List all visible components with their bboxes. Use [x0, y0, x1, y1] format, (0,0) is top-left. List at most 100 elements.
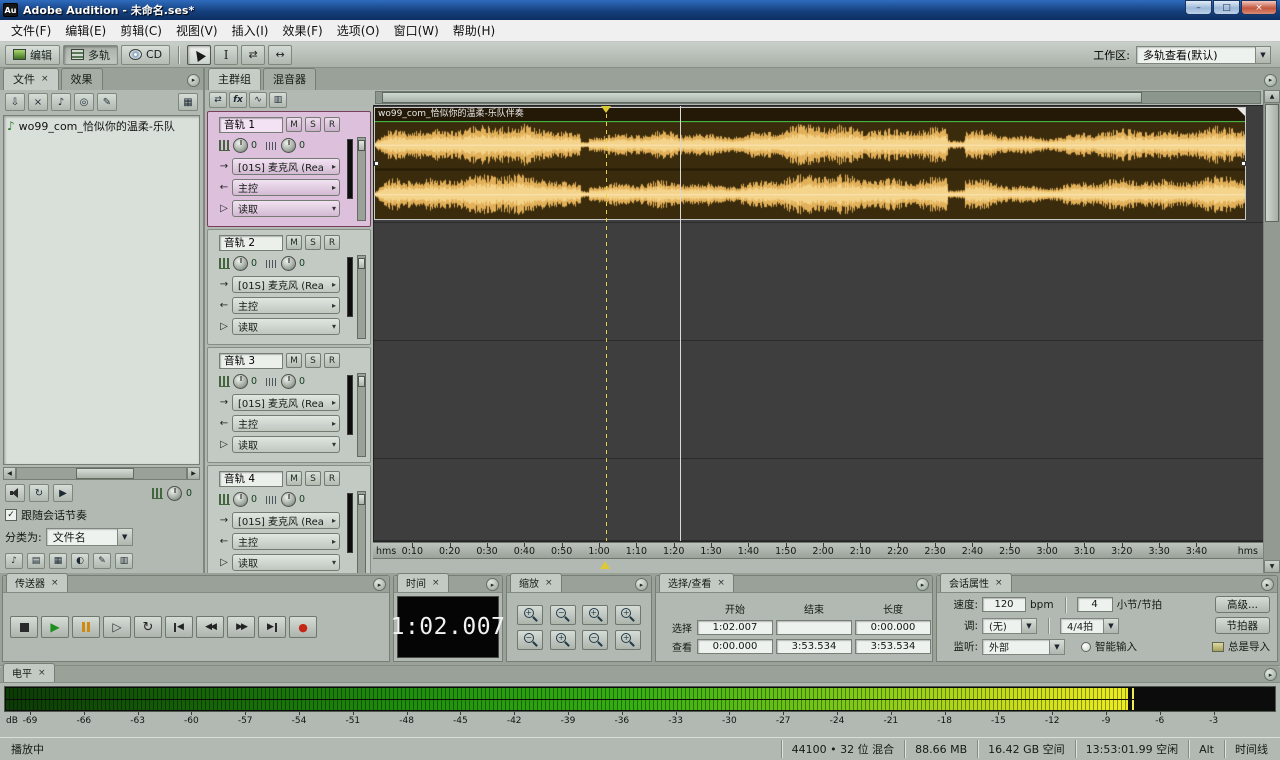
pan-knob[interactable]	[281, 256, 296, 271]
track-zoom-slider[interactable]	[357, 137, 366, 221]
panel-close-icon[interactable]: ×	[38, 668, 46, 678]
go-to-start-button[interactable]: ◀	[165, 616, 193, 638]
show-video-files-toggle-icon[interactable]: ▦	[49, 553, 67, 569]
menu-item[interactable]: 插入(I)	[225, 20, 276, 41]
track-input-button[interactable]: [01S] 麦克风 (Rea▸	[232, 394, 340, 411]
menu-item[interactable]: 编辑(E)	[58, 20, 113, 41]
pause-button[interactable]	[72, 616, 100, 638]
monitor-select[interactable]: 外部▼	[982, 639, 1065, 655]
track-name-field[interactable]: 音轨 2	[219, 235, 283, 251]
tempo-field[interactable]: 120	[982, 597, 1026, 612]
automation-mode-select[interactable]: 读取▾	[232, 200, 340, 217]
volume-knob[interactable]	[233, 492, 248, 507]
dropdown-arrow-icon[interactable]: ▼	[1021, 619, 1036, 633]
track-zoom-slider[interactable]	[357, 491, 366, 573]
volume-knob[interactable]	[233, 374, 248, 389]
go-to-end-button[interactable]: ▶	[258, 616, 286, 638]
zoom-reset-button[interactable]: +	[615, 630, 641, 650]
panel-menu-icon[interactable]: ▸	[187, 74, 200, 87]
menu-item[interactable]: 窗口(W)	[387, 20, 446, 41]
selection-start-field[interactable]: 1:02.007	[697, 620, 773, 635]
zoom-in-vertical-button[interactable]: +	[550, 630, 576, 650]
menu-item[interactable]: 选项(O)	[330, 20, 387, 41]
import-file-button[interactable]: ⇩	[5, 93, 25, 111]
zoom-full-button[interactable]: +	[615, 605, 641, 625]
track-input-button[interactable]: [01S] 麦克风 (Rea▸	[232, 158, 340, 175]
panel-close-icon[interactable]: ×	[51, 578, 59, 588]
menu-item[interactable]: 视图(V)	[169, 20, 225, 41]
mute-button[interactable]: M	[286, 471, 302, 486]
solo-button[interactable]: S	[305, 353, 321, 368]
time-display[interactable]: 1:02.007	[391, 614, 506, 640]
tab-files[interactable]: 文件×	[3, 68, 59, 90]
record-arm-button[interactable]: R	[324, 471, 340, 486]
loop-play-button[interactable]: ↻	[134, 616, 162, 638]
menu-item[interactable]: 效果(F)	[275, 20, 329, 41]
dropdown-arrow-icon[interactable]: ▼	[117, 529, 132, 545]
track-2-lane[interactable]	[374, 223, 1263, 341]
metronome-button[interactable]: 节拍器	[1215, 617, 1271, 634]
clip-corner-icon[interactable]	[1237, 108, 1245, 116]
menu-item[interactable]: 帮助(H)	[446, 20, 502, 41]
scrollbar-track[interactable]	[16, 467, 187, 480]
smart-input-radio[interactable]	[1081, 642, 1091, 652]
dropdown-arrow-icon[interactable]: ▼	[1255, 47, 1270, 63]
always-import-label[interactable]: 总是导入	[1228, 639, 1270, 654]
volume-knob[interactable]	[233, 256, 248, 271]
edit-view-button[interactable]: 编辑	[5, 45, 60, 65]
pan-knob[interactable]	[281, 374, 296, 389]
beats-field[interactable]: 4	[1077, 597, 1113, 612]
show-loop-files-toggle-icon[interactable]: ▤	[27, 553, 45, 569]
close-button[interactable]: ×	[1241, 0, 1277, 15]
timeline-scroll-thumb[interactable]	[382, 92, 1142, 103]
panel-menu-icon[interactable]: ▸	[1261, 578, 1274, 591]
scrub-tool-button[interactable]: ↔	[268, 45, 292, 65]
track-grip-icon[interactable]	[211, 118, 215, 132]
play-button[interactable]: ▶	[41, 616, 69, 638]
automation-mode-select[interactable]: 读取▾	[232, 436, 340, 453]
meters-icon[interactable]: ▥	[269, 92, 287, 108]
track-grip-icon[interactable]	[211, 354, 215, 368]
vscrollbar-thumb[interactable]	[1265, 104, 1279, 222]
panel-menu-icon[interactable]: ▸	[1264, 74, 1277, 87]
workspace-select[interactable]: 多轨查看(默认) ▼	[1136, 46, 1271, 64]
scroll-right-icon[interactable]: ▶	[187, 467, 200, 480]
panel-close-icon[interactable]: ×	[545, 578, 553, 588]
track-zoom-slider[interactable]	[357, 255, 366, 339]
track-input-button[interactable]: [01S] 麦克风 (Rea▸	[232, 276, 340, 293]
maximize-button[interactable]: □	[1213, 0, 1240, 15]
clip-left-handle[interactable]	[374, 161, 379, 166]
menu-item[interactable]: 剪辑(C)	[113, 20, 169, 41]
move-clip-tool-button[interactable]: ⇄	[241, 45, 265, 65]
file-list[interactable]: ♪ wo99_com_恰似你的温柔-乐队	[3, 115, 200, 465]
tab-mixer[interactable]: 混音器	[263, 68, 316, 90]
time-selection-tool-button[interactable]: I	[214, 45, 238, 65]
panel-menu-icon[interactable]: ▸	[916, 578, 929, 591]
panel-menu-icon[interactable]: ▸	[1264, 668, 1277, 681]
cd-view-button[interactable]: CD	[121, 45, 170, 65]
track-output-button[interactable]: 主控▸	[232, 533, 340, 550]
pan-knob[interactable]	[281, 492, 296, 507]
selection-marker-bottom-icon[interactable]	[600, 561, 610, 569]
solo-button[interactable]: S	[305, 235, 321, 250]
panel-menu-icon[interactable]: ▸	[486, 578, 499, 591]
follow-session-checkbox[interactable]: ✓	[5, 509, 17, 521]
file-list-hscrollbar[interactable]: ◀ ▶	[3, 467, 200, 480]
timeline-ruler[interactable]: hms0:100:200:300:400:501:001:101:201:301…	[373, 542, 1263, 559]
dropdown-arrow-icon[interactable]: ▼	[1103, 619, 1118, 633]
insert-to-cd-button[interactable]: ◎	[74, 93, 94, 111]
show-audio-files-toggle-icon[interactable]: ♪	[5, 553, 23, 569]
view-start-field[interactable]: 0:00.000	[697, 639, 773, 654]
sort-by-select[interactable]: 文件名 ▼	[46, 528, 133, 546]
fast-forward-button[interactable]: ▶▶	[227, 616, 255, 638]
stop-button[interactable]	[10, 616, 38, 638]
track-output-button[interactable]: 主控▸	[232, 415, 340, 432]
panel-menu-icon[interactable]: ▸	[373, 578, 386, 591]
panel-close-icon[interactable]: ×	[432, 578, 440, 588]
track-input-button[interactable]: [01S] 麦克风 (Rea▸	[232, 512, 340, 529]
preview-play-button[interactable]: ▶	[53, 484, 73, 502]
move-copy-tool-icon[interactable]: ⇄	[209, 92, 227, 108]
automation-mode-select[interactable]: 读取▾	[232, 554, 340, 571]
track-lanes[interactable]: wo99_com_恰似你的温柔-乐队伴奏	[373, 105, 1263, 542]
track-name-field[interactable]: 音轨 3	[219, 353, 283, 369]
